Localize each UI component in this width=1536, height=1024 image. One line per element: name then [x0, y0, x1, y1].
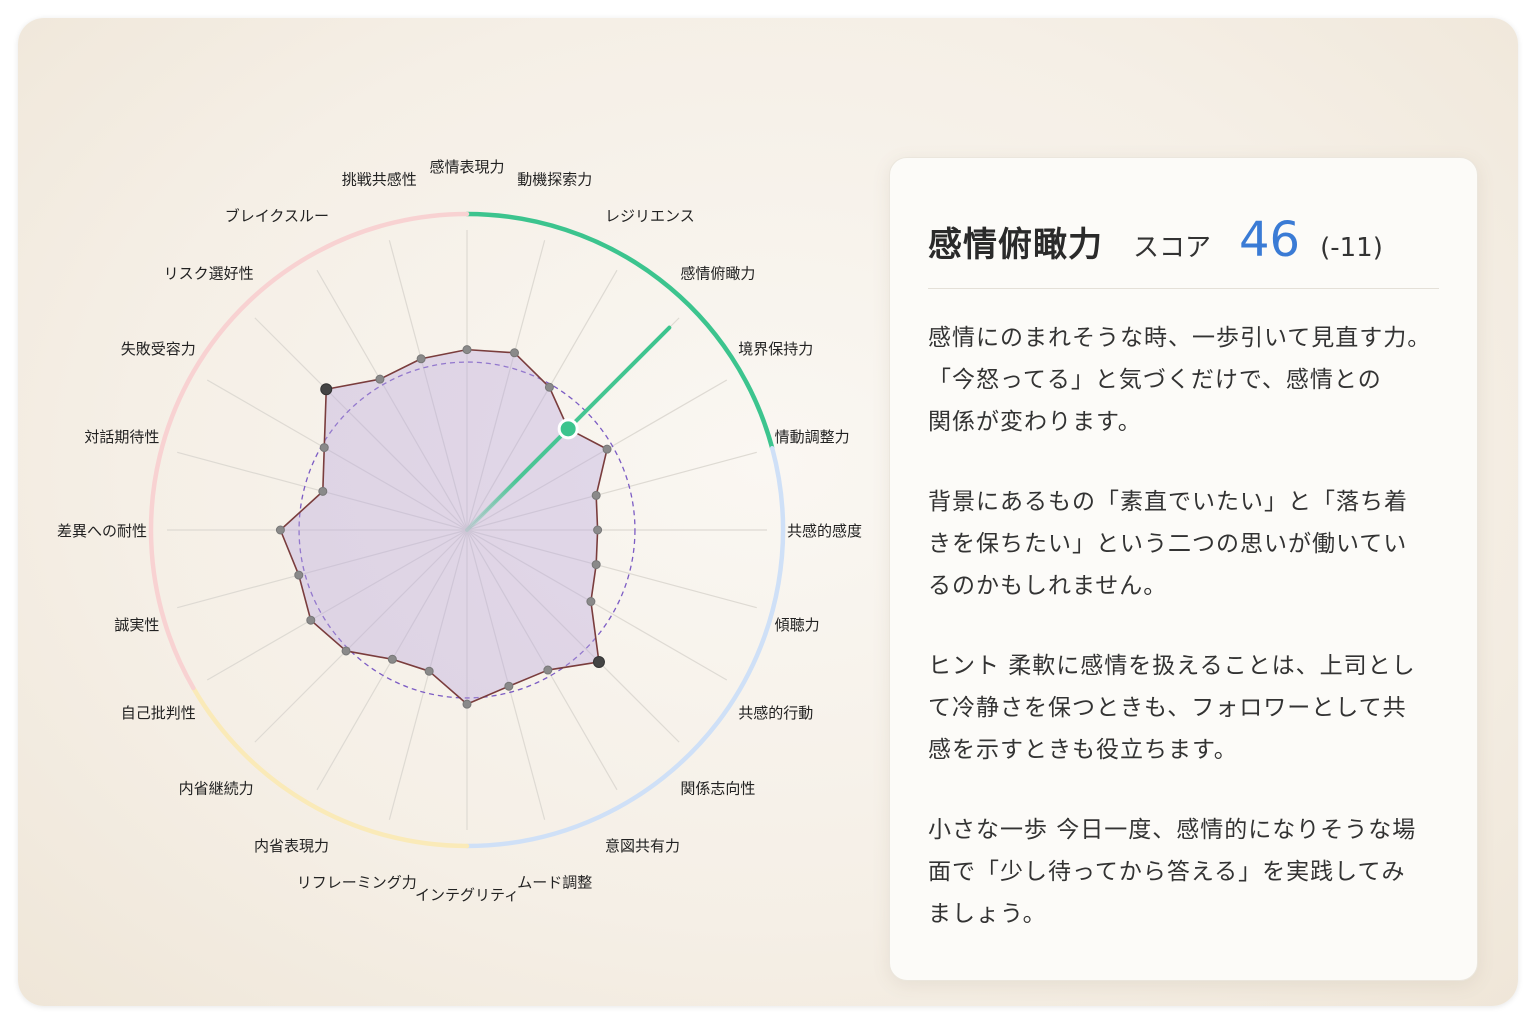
- radar-axis-label[interactable]: ブレイクスルー: [225, 207, 329, 225]
- radar-axis-label[interactable]: 内省表現力: [254, 837, 329, 855]
- radar-axis-label[interactable]: ムード調整: [517, 874, 592, 892]
- description-text: 感情にのまれそうな時、一歩引いて見直す力。 「今怒ってる」と気づくだけで、感情と…: [928, 325, 1432, 435]
- hint-text: ヒント 柔軟に感情を扱えることは、上司とし て冷静さを保つときも、フォロワーとし…: [928, 653, 1416, 763]
- radar-score-point[interactable]: [416, 354, 426, 364]
- radar-axis-label[interactable]: 共感的行動: [738, 704, 813, 722]
- radar-score-point[interactable]: [602, 444, 612, 454]
- radar-axis-label[interactable]: 情動調整力: [775, 428, 850, 446]
- radar-score-point[interactable]: [462, 699, 472, 709]
- radar-score-point[interactable]: [320, 383, 333, 396]
- radar-axis-label[interactable]: リスク選好性: [164, 265, 254, 283]
- radar-score-point[interactable]: [318, 486, 328, 496]
- score-value: 46: [1239, 212, 1301, 268]
- radar-score-point[interactable]: [462, 345, 472, 355]
- background-text: 背景にあるもの「素直でいたい」と「落ち着 きを保ちたい」という二つの思いが働いて…: [928, 489, 1408, 599]
- selected-score-point[interactable]: [557, 418, 579, 440]
- radar-axis-label[interactable]: 対話期待性: [84, 428, 159, 446]
- radar-score-point[interactable]: [294, 570, 304, 580]
- panel-body: 感情にのまれそうな時、一歩引いて見直す力。 「今怒ってる」と気づくだけで、感情と…: [928, 289, 1439, 935]
- radar-score-point[interactable]: [544, 382, 554, 392]
- panel-title: 感情俯瞰力: [928, 225, 1103, 265]
- radar-axis-label[interactable]: 感情俯瞰力: [680, 265, 755, 283]
- detail-panel: 感情俯瞰力 スコア 46 (-11) 感情にのまれそうな時、一歩引いて見直す力。…: [889, 157, 1478, 981]
- radar-axis-label[interactable]: 意図共有力: [605, 837, 680, 855]
- score-diff: (-11): [1320, 233, 1383, 263]
- radar-score-polygon: [279, 348, 608, 705]
- radar-axis-label[interactable]: レジリエンス: [605, 207, 695, 225]
- radar-score-point[interactable]: [509, 348, 519, 358]
- radar-axis-label[interactable]: 傾聴力: [775, 616, 820, 634]
- radar-score-point[interactable]: [341, 646, 351, 656]
- radar-score-point[interactable]: [543, 665, 553, 675]
- radar-axis-label[interactable]: 差異への耐性: [57, 522, 147, 540]
- radar-axis-label[interactable]: 感情表現力: [429, 158, 504, 176]
- radar-axis-label[interactable]: 自己批判性: [121, 704, 196, 722]
- radar-score-point[interactable]: [592, 655, 605, 668]
- radar-score-point[interactable]: [424, 666, 434, 676]
- radar-axis-label[interactable]: 内省継続力: [179, 779, 254, 797]
- radar-axis-label[interactable]: インテグリティ: [415, 886, 519, 904]
- radar-score-point[interactable]: [591, 560, 601, 570]
- radar-score-point[interactable]: [591, 490, 601, 500]
- radar-axis-label[interactable]: リフレーミング力: [297, 874, 417, 892]
- radar-axis-label[interactable]: 共感的感度: [787, 522, 862, 540]
- radar-score-point[interactable]: [593, 525, 603, 535]
- radar-score-point[interactable]: [375, 374, 385, 384]
- score-label: スコア: [1133, 233, 1212, 263]
- app-frame: 感情表現力 動機探索力レジリエンス感情俯瞰力境界保持力情動調整力共感的感度傾聴力共…: [18, 18, 1518, 1006]
- panel-header: 感情俯瞰力 スコア 46 (-11): [928, 216, 1439, 289]
- radar-axis-label[interactable]: 動機探索力: [517, 170, 592, 188]
- radar-score-point[interactable]: [275, 525, 285, 535]
- radar-score-point[interactable]: [306, 615, 316, 625]
- radar-axis-label[interactable]: 失敗受容力: [121, 340, 196, 358]
- radar-axis-label[interactable]: 関係志向性: [680, 779, 755, 797]
- radar-score-point[interactable]: [504, 681, 514, 691]
- radar-axis-label[interactable]: 境界保持力: [738, 340, 813, 358]
- radar-score-point[interactable]: [586, 597, 596, 607]
- radar-score-point[interactable]: [319, 443, 329, 453]
- radar-axis-label[interactable]: 誠実性: [114, 616, 159, 634]
- small-step-text: 小さな一歩 今日一度、感情的になりそうな場 面で「少し待ってから答える」を実践し…: [928, 817, 1417, 927]
- radar-score-point[interactable]: [387, 654, 397, 664]
- radar-axis-label[interactable]: 挑戦共感性: [342, 170, 417, 188]
